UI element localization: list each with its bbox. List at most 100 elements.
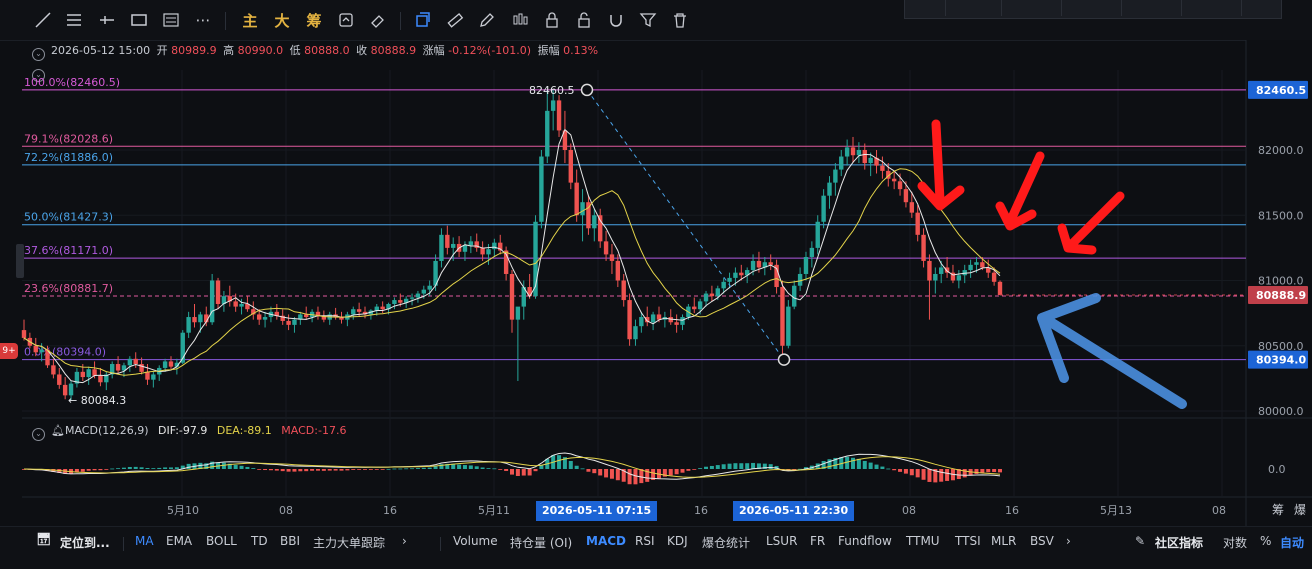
macd-histogram-bar bbox=[862, 460, 867, 469]
log-scale-toggle[interactable]: 对数 bbox=[1223, 534, 1247, 551]
sub-indicator-11[interactable]: MLR bbox=[991, 534, 1016, 548]
macd-histogram-bar bbox=[351, 469, 356, 470]
crosshair-time-label: 2026-05-11 22:30 bbox=[733, 501, 855, 521]
chevron-right-icon[interactable]: › bbox=[402, 534, 407, 548]
macd-histogram-bar bbox=[709, 465, 714, 469]
macd-histogram-bar bbox=[704, 466, 709, 469]
sub-indicator-0[interactable]: Volume bbox=[453, 534, 498, 548]
main-indicator-0[interactable]: MA bbox=[135, 534, 154, 548]
macd-histogram-bar bbox=[386, 468, 391, 470]
candle-body bbox=[603, 241, 609, 255]
calendar-icon[interactable]: 📅︎ bbox=[36, 532, 51, 546]
candle-body bbox=[515, 306, 521, 320]
candle-body bbox=[198, 314, 203, 323]
sub-indicator-3[interactable]: RSI bbox=[635, 534, 655, 548]
community-indicators-button[interactable]: 社区指标 bbox=[1155, 534, 1203, 551]
red-arrow-annotation bbox=[995, 151, 1045, 231]
macd-histogram-bar bbox=[768, 464, 773, 469]
macd-histogram-bar bbox=[339, 469, 344, 471]
candle-body bbox=[915, 212, 920, 235]
locate-button[interactable]: 定位到... bbox=[60, 534, 110, 551]
main-indicator-4[interactable]: BBI bbox=[280, 534, 300, 548]
time-tick-label: 16 bbox=[383, 504, 397, 517]
candle-body bbox=[256, 314, 262, 320]
macd-histogram-bar bbox=[921, 469, 926, 480]
chevron-down-icon[interactable]: ⌄ bbox=[32, 428, 45, 441]
candle-body bbox=[480, 247, 485, 255]
macd-histogram-bar bbox=[568, 460, 573, 469]
sub-indicator-10[interactable]: TTSI bbox=[955, 534, 981, 548]
candle-body bbox=[721, 281, 726, 289]
sub-indicator-1[interactable]: 持仓量 (OI) bbox=[510, 534, 572, 551]
candle-body bbox=[674, 322, 679, 325]
main-indicator-3[interactable]: TD bbox=[251, 534, 268, 548]
percent-scale-toggle[interactable]: % bbox=[1260, 534, 1271, 548]
notification-badge[interactable]: 9+ bbox=[0, 343, 18, 359]
edit-icon[interactable]: ✎ bbox=[1135, 534, 1145, 548]
candle-body bbox=[597, 215, 603, 242]
sub-indicator-2[interactable]: MACD bbox=[586, 534, 626, 548]
macd-dea: DEA:-89.1 bbox=[216, 424, 272, 437]
candle-body bbox=[815, 221, 820, 248]
macd-zero-label: 0.0 bbox=[1268, 463, 1286, 476]
sub-indicator-9[interactable]: TTMU bbox=[906, 534, 940, 548]
candle-body bbox=[633, 326, 638, 340]
indicator-bar: 📅︎ 定位到... MA EMA BOLL TD BBI 主力大单跟踪 › Volume 持… bbox=[0, 526, 1312, 569]
macd-histogram-bar bbox=[427, 467, 432, 469]
sub-indicator-5[interactable]: 爆仓统计 bbox=[702, 534, 750, 551]
bell-icon[interactable]: 🔔︎ bbox=[51, 424, 65, 437]
candle-body bbox=[215, 280, 221, 304]
macd-histogram-bar bbox=[727, 463, 732, 469]
sub-indicator-12[interactable]: BSV bbox=[1030, 534, 1054, 548]
candle-body bbox=[51, 365, 56, 375]
sub-indicator-6[interactable]: LSUR bbox=[766, 534, 797, 548]
sub-indicator-4[interactable]: KDJ bbox=[667, 534, 688, 548]
chip-corner-label: 筹 bbox=[1272, 503, 1284, 517]
macd-histogram-bar bbox=[145, 468, 150, 469]
macd-histogram-bar bbox=[333, 469, 338, 471]
main-indicator-1[interactable]: EMA bbox=[166, 534, 192, 548]
macd-histogram-bar bbox=[245, 466, 250, 469]
price-tag-high: 82460.5 bbox=[1256, 84, 1306, 97]
candle-body bbox=[627, 300, 632, 340]
candle-body bbox=[715, 288, 720, 297]
candle-body bbox=[680, 317, 685, 325]
candle-body bbox=[991, 272, 997, 282]
candle-body bbox=[650, 314, 656, 323]
crosshair-time-label: 2026-05-11 07:15 bbox=[536, 501, 658, 521]
macd-histogram-bar bbox=[974, 469, 979, 474]
candle-body bbox=[974, 262, 979, 265]
main-indicator-2[interactable]: BOLL bbox=[206, 534, 237, 548]
candle-body bbox=[80, 371, 85, 378]
candle-body bbox=[933, 273, 938, 281]
main-indicator-5[interactable]: 主力大单跟踪 bbox=[313, 534, 385, 551]
sub-indicator-8[interactable]: Fundflow bbox=[838, 534, 892, 548]
macd-histogram-bar bbox=[627, 469, 632, 485]
candle-body bbox=[797, 273, 803, 286]
price-tick-label: 80000.0 bbox=[1258, 405, 1304, 418]
fib-anchor-low bbox=[777, 353, 791, 366]
macd-histogram-bar bbox=[263, 469, 268, 471]
candle-body bbox=[550, 100, 556, 111]
macd-histogram-bar bbox=[504, 469, 509, 471]
candle-body bbox=[580, 202, 585, 216]
macd-histogram-bar bbox=[398, 468, 403, 470]
price-chart[interactable]: 100.0%(82460.5) 79.1%(82028.6) 72.2%(81886… bbox=[0, 0, 1312, 568]
candle-body bbox=[151, 374, 156, 380]
macd-histogram-bar bbox=[574, 465, 579, 469]
candle-body bbox=[262, 317, 268, 320]
candle-body bbox=[57, 374, 62, 385]
candle-body bbox=[827, 182, 832, 196]
liquidation-corner-label: 爆 bbox=[1294, 503, 1306, 517]
chevron-right-icon[interactable]: › bbox=[1066, 534, 1071, 548]
sidebar-handle[interactable] bbox=[16, 244, 24, 278]
auto-scale-toggle[interactable]: 自动 bbox=[1280, 534, 1304, 551]
macd-histogram-bar bbox=[92, 469, 97, 471]
candle-body bbox=[868, 157, 873, 164]
macd-histogram-bar bbox=[186, 463, 191, 469]
candle-body bbox=[615, 260, 621, 281]
low-price-label: ← 80084.3 bbox=[68, 394, 126, 407]
candle-body bbox=[186, 317, 191, 333]
sub-indicator-7[interactable]: FR bbox=[810, 534, 825, 548]
macd-histogram-bar bbox=[286, 469, 291, 472]
